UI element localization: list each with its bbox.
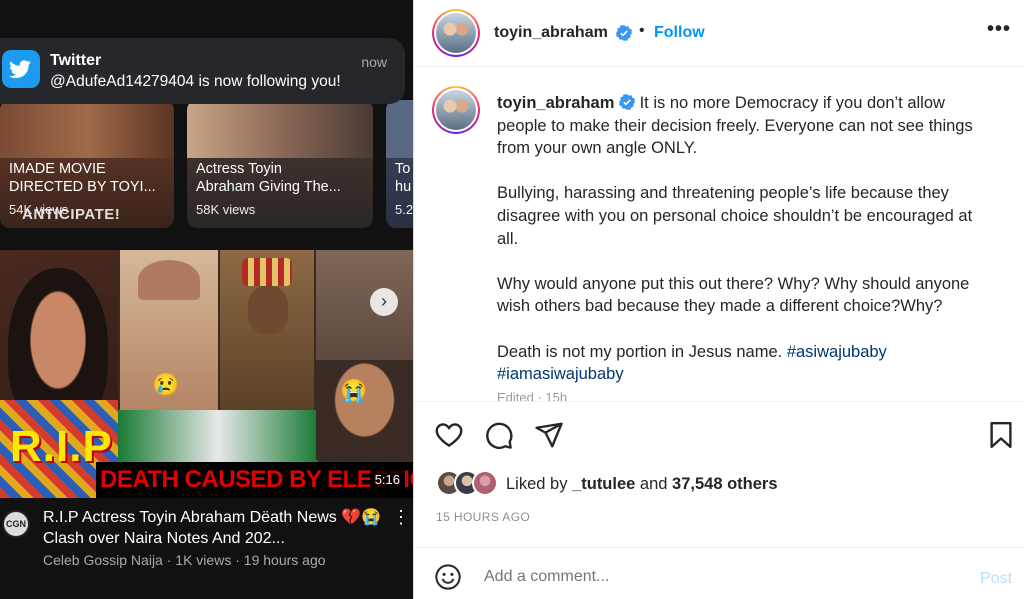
thumbnail-overlay-text: ANTICIPATE!: [22, 206, 121, 223]
liker-username[interactable]: _tutulee: [572, 475, 635, 493]
caption-paragraph: Death is not my portion in Jesus name. #…: [497, 342, 887, 384]
emoji-icon[interactable]: [434, 563, 462, 591]
edited-label: Edited · 15h: [497, 390, 568, 401]
verified-badge-icon: [616, 25, 632, 41]
likes-text: Liked by _tutulee and 37,548 others: [506, 475, 778, 493]
share-icon[interactable]: [534, 420, 564, 450]
thumbnail-views: 58K views: [196, 202, 256, 217]
post-caption: toyin_abraham It is no more Democracy if…: [414, 68, 1024, 401]
crying-emoji-icon: 😭: [340, 378, 368, 403]
thumbnail-title: IMADE MOVIE DIRECTED BY TOYI...: [9, 161, 156, 195]
more-options-icon[interactable]: ⋮: [392, 507, 410, 528]
post-comment-button[interactable]: Post: [980, 570, 1012, 588]
caption-paragraph: Why would anyone put this out there? Why…: [497, 274, 970, 316]
related-videos-row: IMADE MOVIE DIRECTED BY TOYI... 54K views…: [0, 100, 413, 230]
comment-input[interactable]: [484, 568, 944, 586]
caption-text: toyin_abraham It is no more Democracy if…: [497, 92, 997, 401]
verified-badge-icon: [618, 94, 635, 110]
video-title[interactable]: R.I.P Actress Toyin Abraham Dëath News 💔…: [43, 507, 388, 549]
twitter-notification[interactable]: Twitter now @AdufeAd14279404 is now foll…: [0, 38, 405, 104]
notification-app-name: Twitter: [50, 52, 102, 69]
post-details: toyin_abraham • Follow ••• toyin_abraham…: [413, 0, 1024, 599]
action-bar: [414, 401, 1024, 471]
chevron-right-icon[interactable]: ›: [370, 288, 398, 316]
channel-avatar[interactable]: CGN: [2, 510, 30, 538]
thumbnail-image: [187, 100, 373, 158]
caption-username[interactable]: toyin_abraham: [497, 94, 614, 112]
twitter-icon: [2, 50, 40, 88]
bookmark-icon[interactable]: [986, 420, 1016, 450]
thumbnail-views: 5.2: [395, 202, 413, 217]
headline-banner-text: DEATH CAUSED BY ELECTION: [100, 466, 413, 493]
collage-panel: [316, 360, 413, 460]
avatar[interactable]: [432, 86, 480, 134]
post-header: toyin_abraham • Follow •••: [414, 0, 1024, 67]
video-duration: 5:16: [369, 470, 405, 489]
thumbnail-image: [386, 100, 413, 158]
collage-panel: [118, 410, 318, 462]
caption-paragraph: Bullying, harassing and threatening peop…: [497, 184, 973, 248]
video-thumbnail[interactable]: Actress Toyin Abraham Giving The... 58K v…: [187, 100, 373, 228]
more-options-icon[interactable]: •••: [987, 18, 1011, 41]
heart-icon[interactable]: [434, 420, 464, 450]
liker-avatar: [472, 470, 498, 496]
comment-bar: Post: [414, 547, 1024, 599]
hashtag-link[interactable]: #asiwajubaby: [787, 343, 887, 361]
avatar[interactable]: [432, 9, 480, 57]
video-subtitle: Celeb Gossip Naija · 1K views · 19 hours…: [43, 552, 326, 568]
notification-time: now: [361, 54, 387, 70]
video-thumbnail-main[interactable]: 😢 😭 › R.I.P DEATH CAUSED BY ELECTION 5:1…: [0, 250, 413, 498]
follow-button[interactable]: Follow: [654, 24, 705, 42]
post-username[interactable]: toyin_abraham: [494, 24, 608, 42]
video-meta: CGN R.I.P Actress Toyin Abraham Dëath Ne…: [0, 498, 413, 599]
post-media[interactable]: Twitter now @AdufeAd14279404 is now foll…: [0, 0, 413, 599]
likes-count[interactable]: 37,548 others: [672, 475, 777, 493]
comment-icon[interactable]: [484, 420, 514, 450]
separator-dot: •: [639, 22, 645, 39]
collage-panel: [220, 250, 314, 410]
hashtag-link[interactable]: #iamasiwajubaby: [497, 365, 624, 383]
crying-emoji-icon: 😢: [152, 372, 180, 397]
thumbnail-title: Actress Toyin Abraham Giving The...: [196, 161, 341, 195]
thumbnail-image: [0, 100, 174, 158]
notification-message: @AdufeAd14279404 is now following you!: [50, 73, 341, 90]
post-timestamp[interactable]: 15 HOURS AGO: [436, 510, 530, 524]
thumbnail-title: To hu: [395, 161, 412, 195]
video-thumbnail[interactable]: To hu 5.2: [386, 100, 413, 228]
video-thumbnail[interactable]: IMADE MOVIE DIRECTED BY TOYI... 54K views…: [0, 100, 174, 228]
